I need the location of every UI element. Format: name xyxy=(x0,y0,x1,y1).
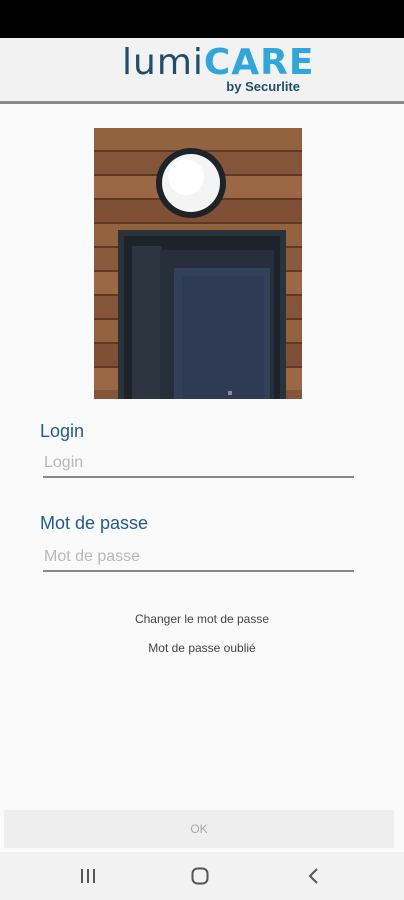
system-nav-bar xyxy=(0,852,404,900)
recents-icon[interactable] xyxy=(76,864,100,888)
password-input[interactable] xyxy=(43,544,354,572)
app-header: lumiCARE by Securlite xyxy=(0,38,404,104)
login-input[interactable] xyxy=(43,450,354,478)
logo-accent-text: CARE xyxy=(203,42,315,83)
ok-button[interactable]: OK xyxy=(4,810,394,848)
lumicare-logo: lumiCARE by Securlite xyxy=(122,42,313,99)
status-bar xyxy=(0,0,404,38)
door-photo xyxy=(94,128,302,399)
change-password-link[interactable]: Changer le mot de passe xyxy=(0,612,404,626)
logo-primary-text: lumi xyxy=(122,42,204,83)
back-icon[interactable] xyxy=(302,864,326,888)
password-label: Mot de passe xyxy=(40,513,149,533)
login-label: Login xyxy=(40,421,85,441)
logo-tagline: by Securlite xyxy=(226,79,300,94)
home-icon[interactable] xyxy=(188,864,212,888)
forgot-password-link[interactable]: Mot de passe oublié xyxy=(0,641,404,655)
